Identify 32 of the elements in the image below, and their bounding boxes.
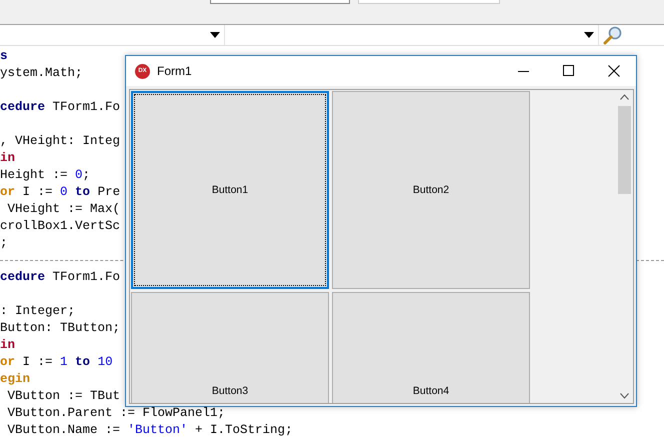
code-line: Button: TButton;: [0, 321, 120, 335]
code-line: cedure TForm1.Fo: [0, 100, 120, 114]
form-button[interactable]: Button2: [332, 91, 530, 289]
code-line: VButton.Name := 'Button' + I.ToString;: [6, 423, 293, 437]
code-line: or I := 0 to Pre: [0, 185, 120, 199]
search-icon[interactable]: [603, 25, 623, 45]
caret-icon: [210, 32, 220, 38]
form-button[interactable]: Button3: [131, 292, 329, 403]
code-line: cedure TForm1.Fo: [0, 270, 120, 284]
code-line: egin: [0, 372, 30, 386]
maximize-icon[interactable]: [563, 65, 575, 77]
code-line: crollBox1.VertSc: [0, 219, 120, 233]
code-line: : Integer;: [0, 304, 76, 318]
code-line: in: [0, 151, 16, 165]
code-line: ystem.Math;: [0, 66, 83, 80]
scroll-up-icon[interactable]: [620, 94, 629, 100]
caret-icon: [584, 32, 594, 38]
scrollbar-thumb[interactable]: [618, 106, 631, 194]
form-button[interactable]: Button4: [332, 292, 530, 403]
code-line: in: [0, 338, 16, 352]
code-line: , VHeight: Integ: [0, 134, 120, 148]
code-line: VButton := TBut: [6, 389, 120, 403]
window-title: Form1: [157, 64, 192, 78]
code-line: ;: [0, 236, 8, 250]
code-line: VButton.Parent := FlowPanel1;: [6, 406, 226, 420]
code-line: s: [0, 49, 8, 63]
close-icon[interactable]: [608, 65, 620, 77]
form-button[interactable]: Button1: [131, 91, 329, 289]
scroll-down-icon[interactable]: [620, 393, 629, 399]
code-line: or I := 1 to 10: [0, 355, 113, 369]
code-line: VHeight := Max(: [6, 202, 120, 216]
code-line: Height := 0;: [0, 168, 90, 182]
